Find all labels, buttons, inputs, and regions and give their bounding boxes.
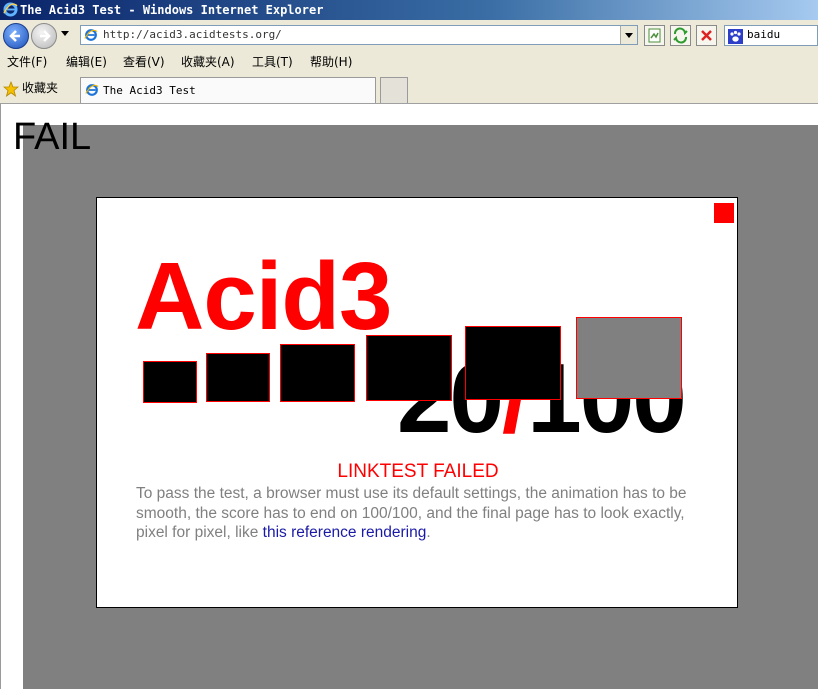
baidu-paw-icon [728,29,743,44]
window-title: The Acid3 Test - Windows Internet Explor… [20,3,324,17]
search-input[interactable] [747,27,815,43]
fail-status: FAIL [13,116,92,158]
star-icon [3,80,19,97]
refresh-button[interactable] [670,25,691,46]
favorites-button[interactable]: 收藏夹 [3,78,58,98]
red-square [714,203,734,223]
back-arrow-icon [9,30,20,42]
menu-bar: 文件(F) 编辑(E) 查看(V) 收藏夹(A) 工具(T) 帮助(H) [0,52,818,73]
address-dropdown-button[interactable] [620,26,637,44]
stop-button[interactable] [696,25,717,46]
back-button[interactable] [3,23,29,49]
bucket-6 [576,317,682,399]
bucket-5 [465,326,561,400]
page-viewport: FAIL Acid3 20/100 LINKTEST FAILED To pas… [0,104,818,689]
ie-page-icon [84,29,98,41]
menu-view[interactable]: 查看(V) [123,52,165,73]
acid3-title: Acid3 [135,243,392,350]
history-dropdown-icon[interactable] [60,30,70,38]
tab-acid3[interactable]: The Acid3 Test [80,77,376,103]
menu-file[interactable]: 文件(F) [7,52,47,73]
compat-view-icon [648,28,661,43]
favorites-label: 收藏夹 [22,81,59,95]
reference-rendering-link[interactable]: this reference rendering [263,524,427,541]
instructions: To pass the test, a browser must use its… [136,484,716,543]
bucket-1 [143,361,197,403]
bucket-2 [206,353,270,402]
favorites-bar: 收藏夹 The Acid3 Test [0,73,818,104]
search-box[interactable] [724,25,818,46]
address-bar[interactable] [80,25,638,45]
compat-view-button[interactable] [644,25,665,46]
menu-tools[interactable]: 工具(T) [252,52,293,73]
url-input[interactable] [103,26,603,44]
forward-button[interactable] [31,23,57,49]
stop-icon [701,30,712,41]
title-bar: The Acid3 Test - Windows Internet Explor… [0,0,818,20]
ie-page-icon [85,84,99,96]
tab-title: The Acid3 Test [103,84,196,97]
error-message: LINKTEST FAILED [337,461,499,482]
bucket-4 [366,335,452,401]
refresh-icon [673,27,688,44]
menu-edit[interactable]: 编辑(E) [66,52,107,73]
acid3-result-box: Acid3 20/100 LINKTEST FAILED To pass the… [96,197,738,608]
forward-arrow-icon [40,30,51,42]
ie-logo-icon [3,2,18,17]
new-tab-button[interactable] [380,77,408,103]
instructions-end: . [426,524,431,541]
chevron-down-icon [625,33,633,38]
bucket-3 [280,344,355,402]
address-toolbar [0,20,818,53]
menu-favorites[interactable]: 收藏夹(A) [181,52,235,73]
menu-help[interactable]: 帮助(H) [310,52,352,73]
